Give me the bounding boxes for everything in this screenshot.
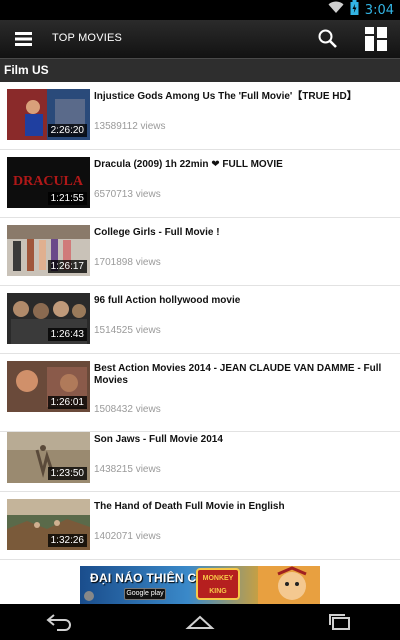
video-thumbnail[interactable]: 1:26:17 xyxy=(7,225,90,276)
video-thumbnail[interactable]: 1:26:01 xyxy=(7,361,90,412)
action-bar: TOP MOVIES xyxy=(0,20,400,58)
menu-icon xyxy=(14,32,34,53)
battery-icon xyxy=(350,0,359,20)
video-item[interactable]: 2:26:20 Injustice Gods Among Us The 'Ful… xyxy=(0,82,400,150)
menu-button[interactable] xyxy=(14,29,34,49)
video-duration: 1:26:17 xyxy=(47,260,87,273)
search-icon xyxy=(316,29,340,55)
video-title[interactable]: College Girls - Full Movie ! xyxy=(94,227,390,239)
video-views: 13589112 views xyxy=(94,121,166,132)
video-duration: 1:23:50 xyxy=(47,467,87,480)
video-thumbnail[interactable]: 1:23:50 xyxy=(7,432,90,483)
video-item[interactable]: 1:26:01 Best Action Movies 2014 - JEAN C… xyxy=(0,354,400,432)
home-icon xyxy=(185,615,215,636)
video-views: 1508432 views xyxy=(94,404,161,415)
video-title[interactable]: Son Jaws - Full Movie 2014 xyxy=(94,434,390,446)
action-bar-title: TOP MOVIES xyxy=(52,32,123,44)
grid-view-icon xyxy=(364,27,388,56)
navigation-bar xyxy=(0,604,400,640)
video-list: 2:26:20 Injustice Gods Among Us The 'Ful… xyxy=(0,82,400,566)
video-title[interactable]: 96 full Action hollywood movie xyxy=(94,295,390,307)
section-header: Film US xyxy=(0,58,400,82)
video-title[interactable]: Dracula (2009) 1h 22min ❤ FULL MOVIE xyxy=(94,159,390,171)
video-item[interactable]: 1:26:17 College Girls - Full Movie ! 170… xyxy=(0,218,400,286)
video-views: 1701898 views xyxy=(94,257,161,268)
google-play-badge[interactable]: Google play xyxy=(124,588,166,600)
video-title[interactable]: The Hand of Death Full Movie in English xyxy=(94,501,390,513)
video-item[interactable]: 1:32:26 The Hand of Death Full Movie in … xyxy=(0,492,400,560)
video-duration: 1:21:55 xyxy=(47,192,87,205)
status-bar: 3:04 xyxy=(0,0,400,20)
thumbnail-title-text: DRACULA xyxy=(13,174,84,189)
back-button[interactable] xyxy=(45,612,75,632)
video-views: 1514525 views xyxy=(94,325,161,336)
ad-banner[interactable]: ĐẠI NÁO THIÊN CUNG Google play MONKEY KI… xyxy=(80,566,320,604)
status-icons: 3:04 xyxy=(328,0,394,20)
back-icon xyxy=(45,614,75,636)
video-thumbnail[interactable]: DRACULA 1:21:55 xyxy=(7,157,90,208)
status-time: 3:04 xyxy=(364,2,394,18)
video-thumbnail[interactable]: 1:32:26 xyxy=(7,499,90,550)
ad-game-logo: MONKEY KING xyxy=(196,568,240,600)
video-views: 1402071 views xyxy=(94,531,161,542)
video-title[interactable]: Injustice Gods Among Us The 'Full Movie'… xyxy=(94,91,390,103)
home-button[interactable] xyxy=(185,612,215,632)
search-button[interactable] xyxy=(316,27,340,51)
video-thumbnail[interactable]: 2:26:20 xyxy=(7,89,90,140)
recent-apps-icon xyxy=(325,614,355,636)
ad-info-icon[interactable] xyxy=(84,591,94,601)
video-duration: 1:26:43 xyxy=(47,328,87,341)
ad-character-image xyxy=(258,566,320,604)
video-views: 6570713 views xyxy=(94,189,161,200)
recent-apps-button[interactable] xyxy=(325,612,355,632)
video-item[interactable]: 1:23:50 Son Jaws - Full Movie 2014 14382… xyxy=(0,432,400,492)
video-item[interactable]: 1:26:43 96 full Action hollywood movie 1… xyxy=(0,286,400,354)
video-duration: 1:26:01 xyxy=(47,396,87,409)
video-views: 1438215 views xyxy=(94,464,161,475)
video-duration: 2:26:20 xyxy=(47,124,87,137)
wifi-icon xyxy=(328,1,344,19)
view-toggle-button[interactable] xyxy=(364,26,388,52)
video-title[interactable]: Best Action Movies 2014 - JEAN CLAUDE VA… xyxy=(94,363,390,387)
video-duration: 1:32:26 xyxy=(47,534,87,547)
video-item[interactable]: DRACULA 1:21:55 Dracula (2009) 1h 22min … xyxy=(0,150,400,218)
video-thumbnail[interactable]: 1:26:43 xyxy=(7,293,90,344)
section-title: Film US xyxy=(4,63,49,77)
